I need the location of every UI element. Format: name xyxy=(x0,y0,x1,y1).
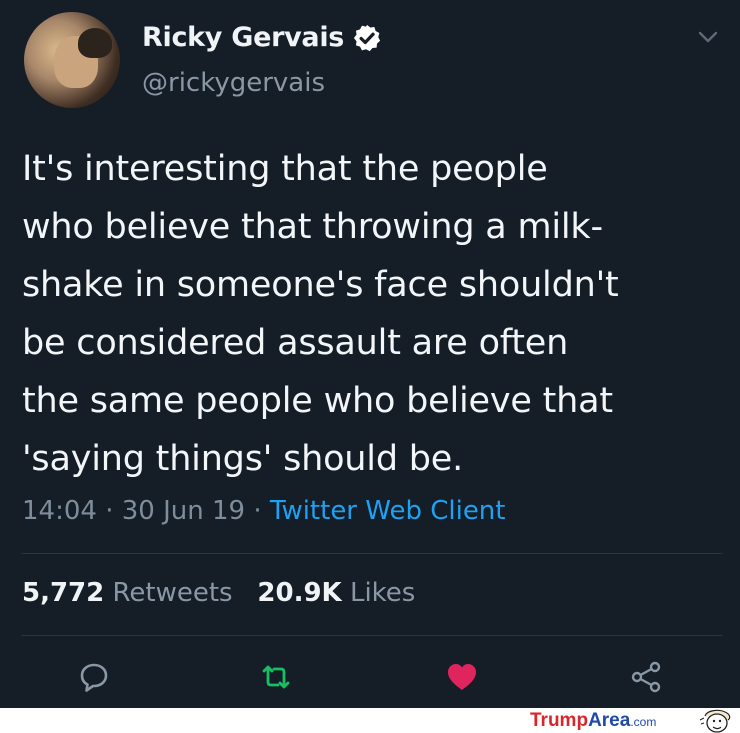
retweets-stat[interactable]: 5,772 Retweets xyxy=(22,578,233,608)
tweet-card: Ricky Gervais @rickygervais It's interes… xyxy=(0,0,740,708)
tweet-time[interactable]: 14:04 xyxy=(22,496,97,526)
likes-label: Likes xyxy=(349,578,416,608)
share-icon[interactable] xyxy=(628,659,664,695)
author-handle[interactable]: @rickygervais xyxy=(142,68,325,98)
tweet-date[interactable]: 30 Jun 19 xyxy=(122,496,245,526)
retweets-count: 5,772 xyxy=(22,578,105,608)
watermark-logo: TrumpArea.com xyxy=(530,710,656,732)
author-name[interactable]: Ricky Gervais xyxy=(142,22,344,53)
divider xyxy=(22,635,722,636)
meta-separator: · xyxy=(96,496,122,526)
tweet-text: It's interesting that the people who bel… xyxy=(22,149,619,479)
likes-stat[interactable]: 20.9K Likes xyxy=(257,578,415,608)
reply-icon[interactable] xyxy=(76,659,112,695)
divider xyxy=(22,553,722,554)
retweets-label: Retweets xyxy=(112,578,233,608)
mascot-icon xyxy=(699,709,731,733)
chevron-down-icon[interactable] xyxy=(694,28,722,46)
logo-area: Area xyxy=(588,710,631,731)
tweet-client-link[interactable]: Twitter Web Client xyxy=(270,496,506,526)
logo-trump: Trump xyxy=(530,710,589,731)
verified-badge-icon xyxy=(353,24,381,51)
logo-com: .com xyxy=(630,715,657,729)
author-row: Ricky Gervais xyxy=(142,22,382,53)
watermark-footer: TrumpArea.com xyxy=(0,708,740,733)
tweet-meta: 14:04 · 30 Jun 19 · Twitter Web Client xyxy=(22,496,505,526)
meta-separator: · xyxy=(245,496,270,526)
avatar[interactable] xyxy=(24,12,120,108)
retweet-icon[interactable] xyxy=(258,659,294,695)
tweet-stats: 5,772 Retweets 20.9K Likes xyxy=(22,578,415,608)
likes-count: 20.9K xyxy=(257,578,342,608)
avatar-cat xyxy=(78,28,112,58)
like-icon[interactable] xyxy=(444,659,480,695)
action-bar xyxy=(0,655,740,703)
